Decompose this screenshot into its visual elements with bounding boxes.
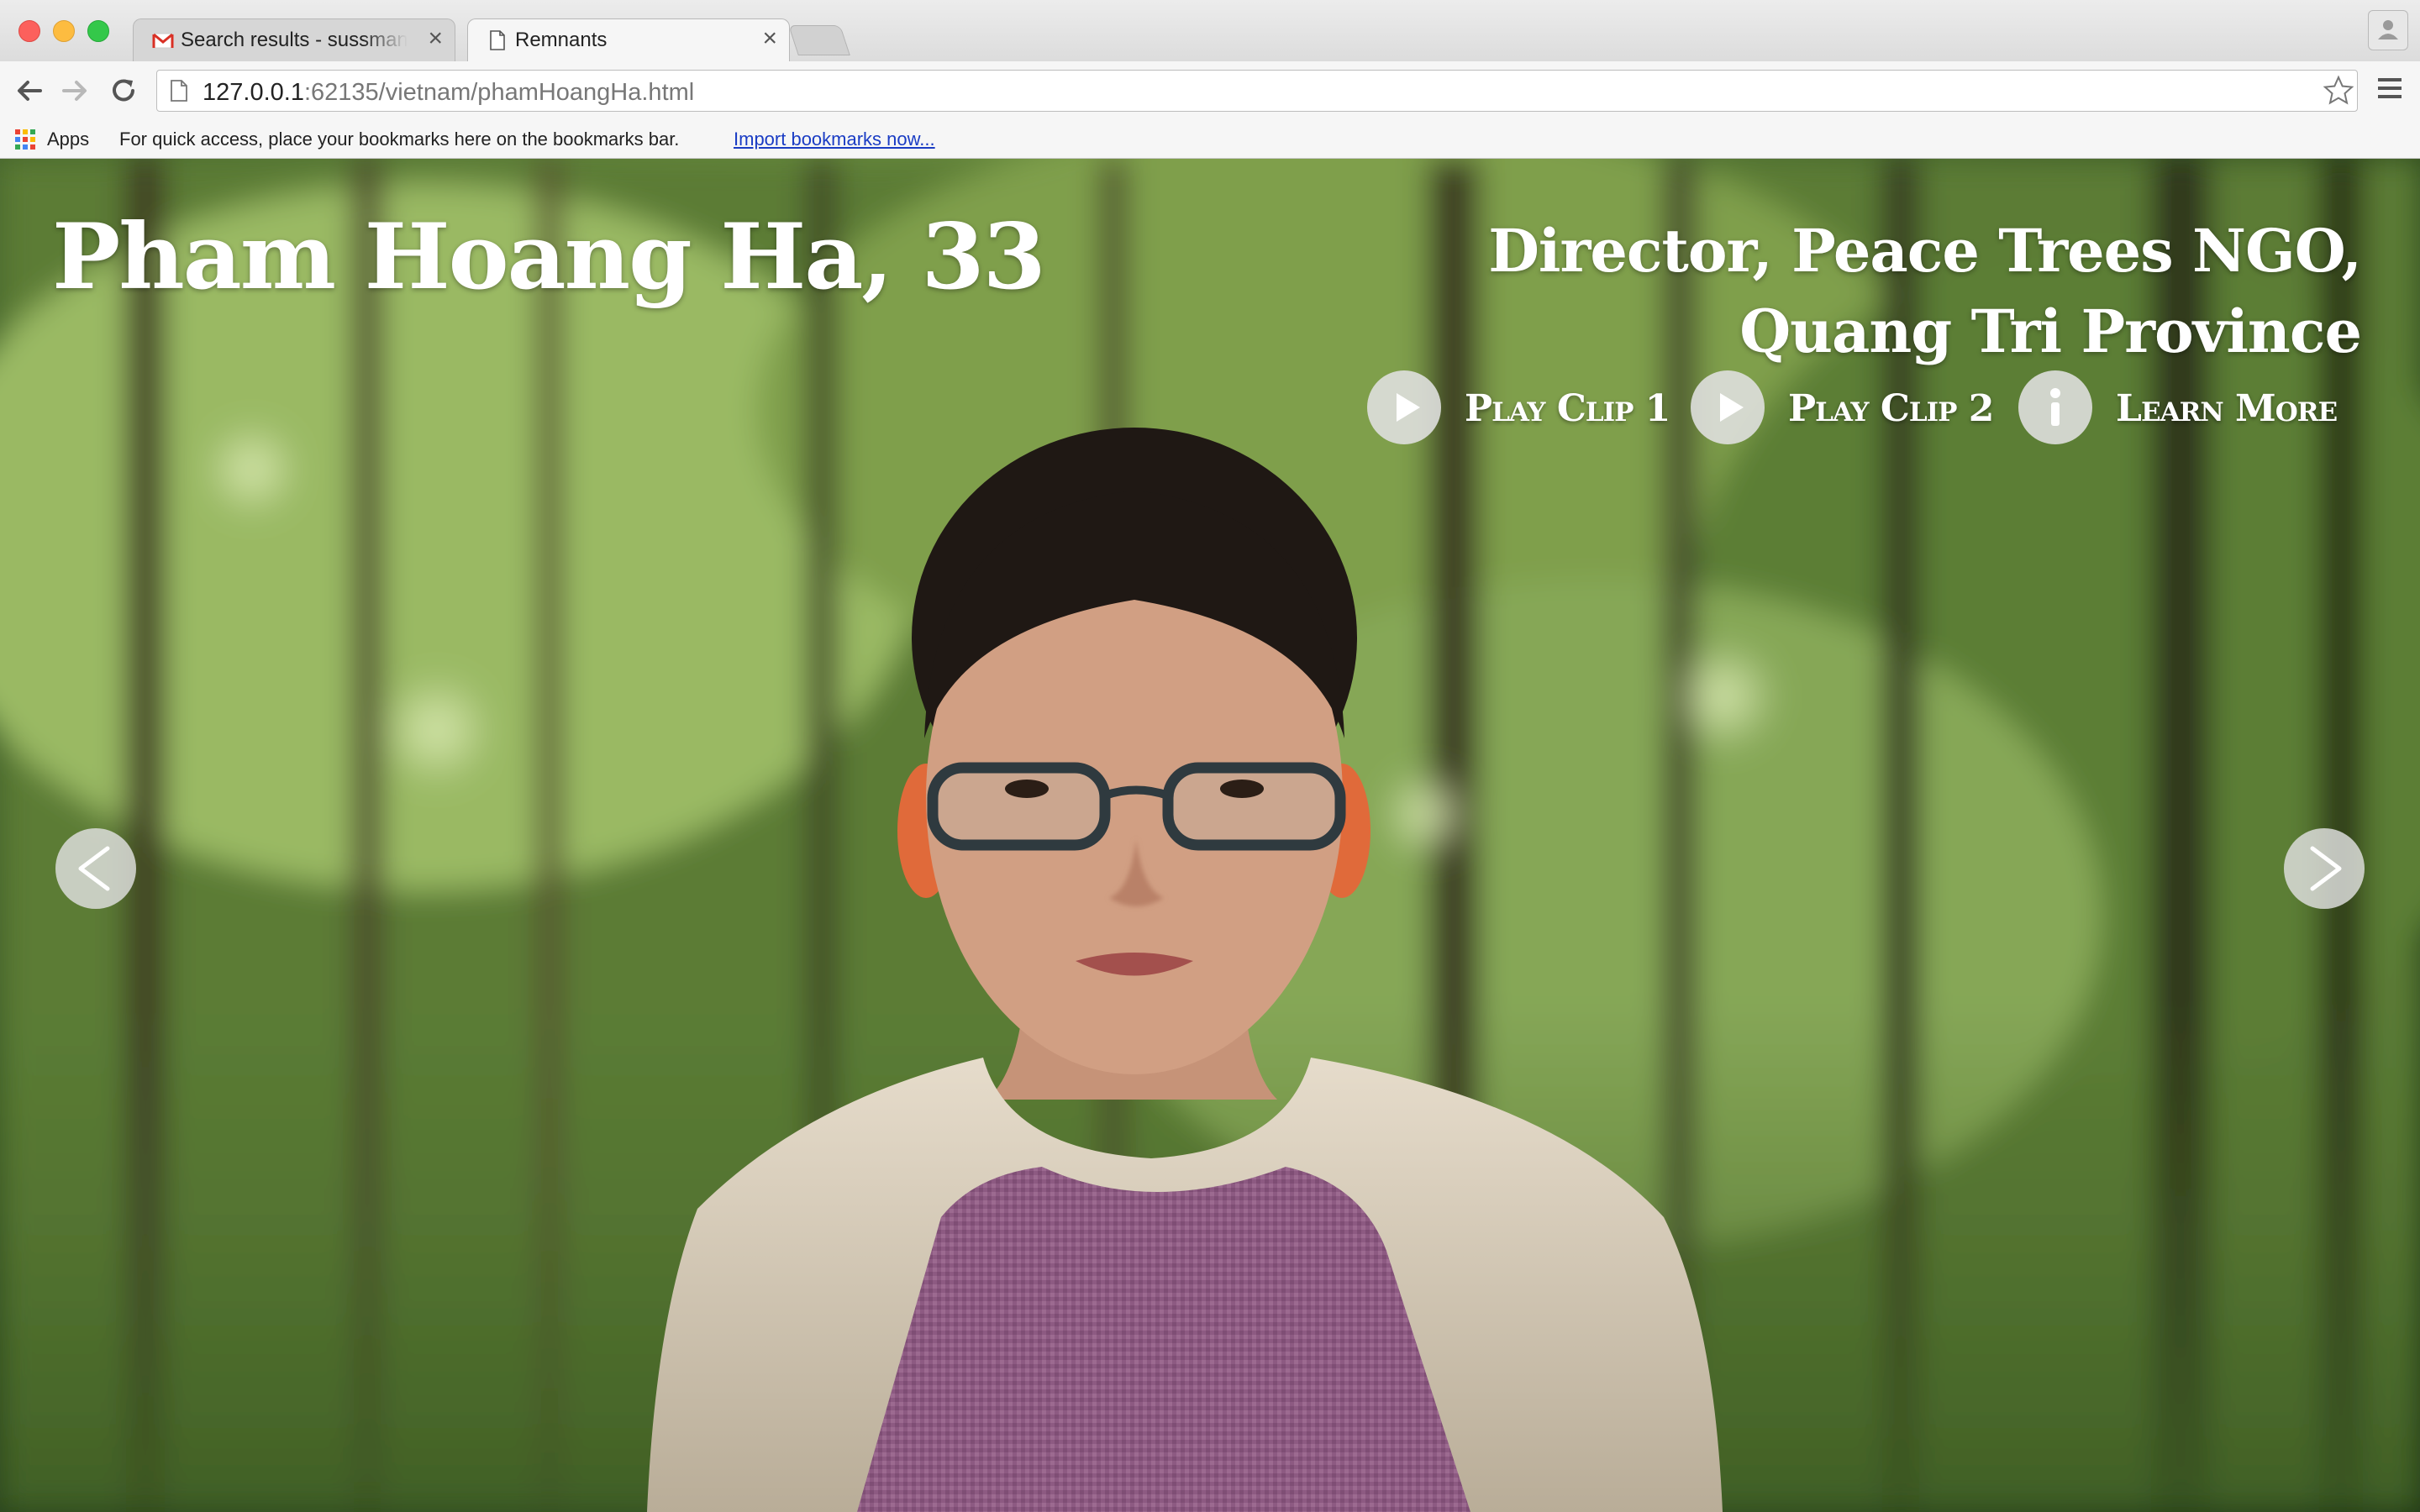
person-name-heading: Pham Hoang Ha, 33 [52, 204, 1046, 310]
import-bookmarks-link[interactable]: Import bookmarks now... [734, 129, 935, 150]
learn-more-label: Learn More [2116, 387, 2338, 430]
next-slide-button[interactable] [2284, 828, 2365, 909]
person-icon [2378, 20, 2398, 39]
portrait-hero: Pham Hoang Ha, 33 Director, Peace Trees … [0, 159, 2420, 1512]
play-clip-1-label: Play Clip 1 [1465, 387, 1670, 430]
url-host: 127.0.0.1 [203, 79, 304, 106]
bookmark-star-icon[interactable] [2322, 74, 2355, 108]
new-tab-button[interactable] [788, 25, 850, 55]
bookmarks-bar: Apps For quick access, place your bookma… [0, 121, 2420, 159]
play-icon [1367, 370, 1441, 444]
bookmarks-hint-text: For quick access, place your bookmarks h… [119, 129, 680, 150]
tab-label: Remnants [515, 29, 608, 51]
page-icon [171, 80, 187, 102]
tab-search-results[interactable]: Search results - sussmanja × [133, 18, 455, 61]
page-icon [490, 30, 505, 50]
chevron-left-icon [78, 846, 110, 891]
apps-grid-icon[interactable] [13, 128, 37, 151]
browser-toolbar: 127.0.0.1:62135/vietnam/phamHoangHa.html [0, 61, 2420, 121]
address-bar[interactable]: 127.0.0.1:62135/vietnam/phamHoangHa.html [156, 70, 2358, 112]
profile-button[interactable] [2368, 10, 2408, 50]
previous-slide-button[interactable] [55, 828, 136, 909]
close-tab-icon[interactable]: × [428, 26, 443, 51]
gmail-icon [152, 33, 174, 49]
zoom-window-button[interactable] [87, 20, 109, 42]
tab-remnants[interactable]: Remnants × [467, 18, 790, 61]
reload-icon[interactable] [104, 71, 143, 110]
tab-label: Search results - sussmanja [181, 29, 408, 51]
info-icon [2018, 370, 2092, 444]
forward-arrow-icon[interactable] [55, 71, 94, 110]
browser-titlebar: Search results - sussmanja × Remnants × [0, 0, 2420, 61]
chevron-right-icon [2310, 846, 2342, 891]
play-clip-2-label: Play Clip 2 [1788, 387, 1994, 430]
close-tab-icon[interactable]: × [762, 26, 777, 51]
menu-icon[interactable] [2375, 73, 2405, 103]
apps-link[interactable]: Apps [47, 129, 89, 150]
play-icon [1691, 370, 1765, 444]
url-text: 127.0.0.1:62135/vietnam/phamHoangHa.html [203, 79, 694, 107]
minimize-window-button[interactable] [53, 20, 75, 42]
url-path: :62135/vietnam/phamHoangHa.html [303, 79, 695, 106]
back-arrow-icon[interactable] [10, 71, 49, 110]
person-role-heading: Director, Peace Trees NGO, Quang Tri Pro… [1488, 216, 2362, 366]
close-window-button[interactable] [18, 20, 40, 42]
